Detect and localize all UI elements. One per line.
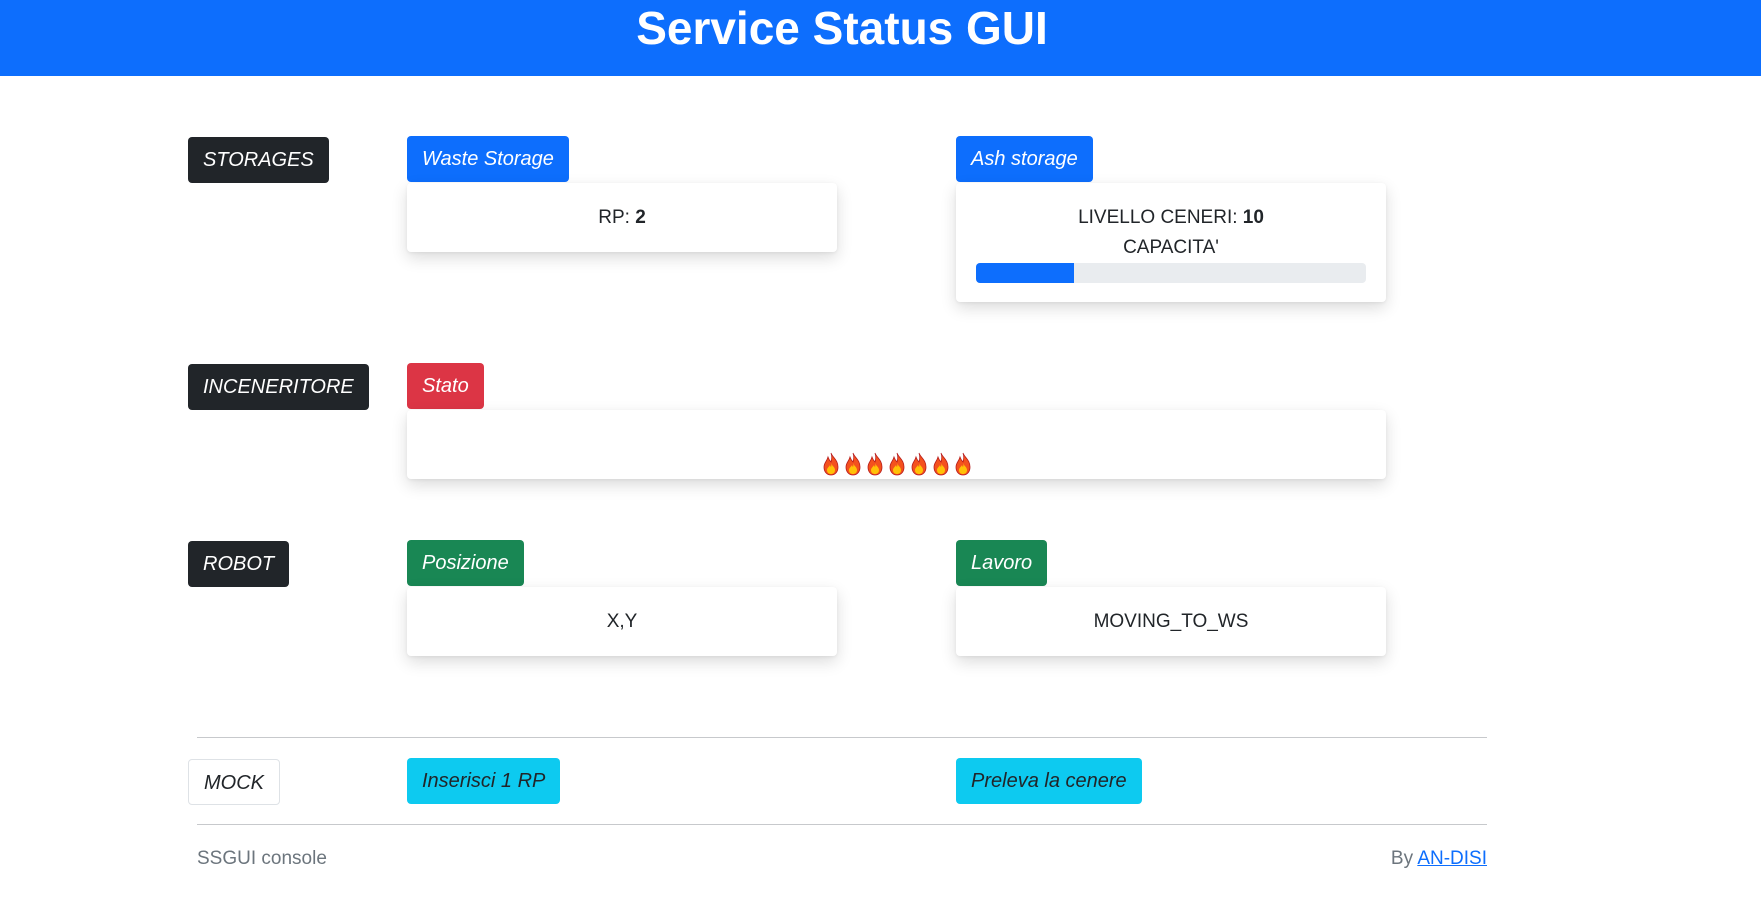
capacity-progress	[976, 263, 1366, 283]
section-label-inceneritore: INCENERITORE	[188, 364, 369, 410]
divider-bottom	[197, 824, 1487, 825]
insert-rp-button[interactable]: Inserisci 1 RP	[407, 758, 561, 804]
waste-storage-card: RP: 2	[407, 183, 837, 252]
section-label-mock: MOCK	[188, 759, 280, 805]
lavoro-value: MOVING_TO_WS	[1093, 611, 1249, 632]
fire-icon	[865, 434, 885, 476]
waste-storage-badge: Waste Storage	[407, 136, 569, 182]
ash-level-line: LIVELLO CENERI: 10	[956, 183, 1386, 233]
fire-icon	[821, 434, 841, 476]
capacity-progress-fill	[976, 263, 1074, 283]
footer-credit: By AN-DISI	[1391, 848, 1487, 870]
flames-row	[407, 410, 1386, 480]
ash-storage-badge: Ash storage	[956, 136, 1093, 182]
posizione-value: X,Y	[606, 611, 638, 632]
divider-top	[197, 737, 1487, 738]
ash-level-label: LIVELLO CENERI:	[1078, 207, 1238, 228]
posizione-badge: Posizione	[407, 540, 524, 586]
page-title: Service Status GUI	[636, 2, 1048, 54]
section-label-robot: ROBOT	[188, 541, 290, 587]
rp-label: RP:	[598, 207, 630, 228]
fire-icon	[953, 434, 973, 476]
header-bar: Service Status GUI	[0, 0, 1761, 76]
footer-by: By	[1390, 848, 1414, 869]
fire-icon	[843, 434, 863, 476]
rp-value: 2	[635, 207, 646, 228]
footer-console-label: SSGUI console	[197, 848, 327, 869]
ash-storage-card: LIVELLO CENERI: 10 CAPACITA'	[956, 183, 1386, 302]
posizione-card: X,Y	[407, 587, 837, 656]
footer-author-link[interactable]: AN-DISI	[1417, 848, 1487, 869]
lavoro-card: MOVING_TO_WS	[956, 587, 1386, 656]
fire-icon	[887, 434, 907, 476]
lavoro-badge: Lavoro	[956, 540, 1048, 586]
stato-badge: Stato	[407, 363, 484, 409]
stato-card	[407, 410, 1386, 479]
section-label-storages: STORAGES	[188, 137, 329, 183]
fire-icon	[931, 434, 951, 476]
withdraw-ash-button[interactable]: Preleva la cenere	[956, 758, 1142, 804]
fire-icon	[909, 434, 929, 476]
ash-level-value: 10	[1242, 207, 1264, 228]
capacity-label: CAPACITA'	[1123, 237, 1219, 258]
rp-line: RP: 2	[407, 183, 837, 233]
